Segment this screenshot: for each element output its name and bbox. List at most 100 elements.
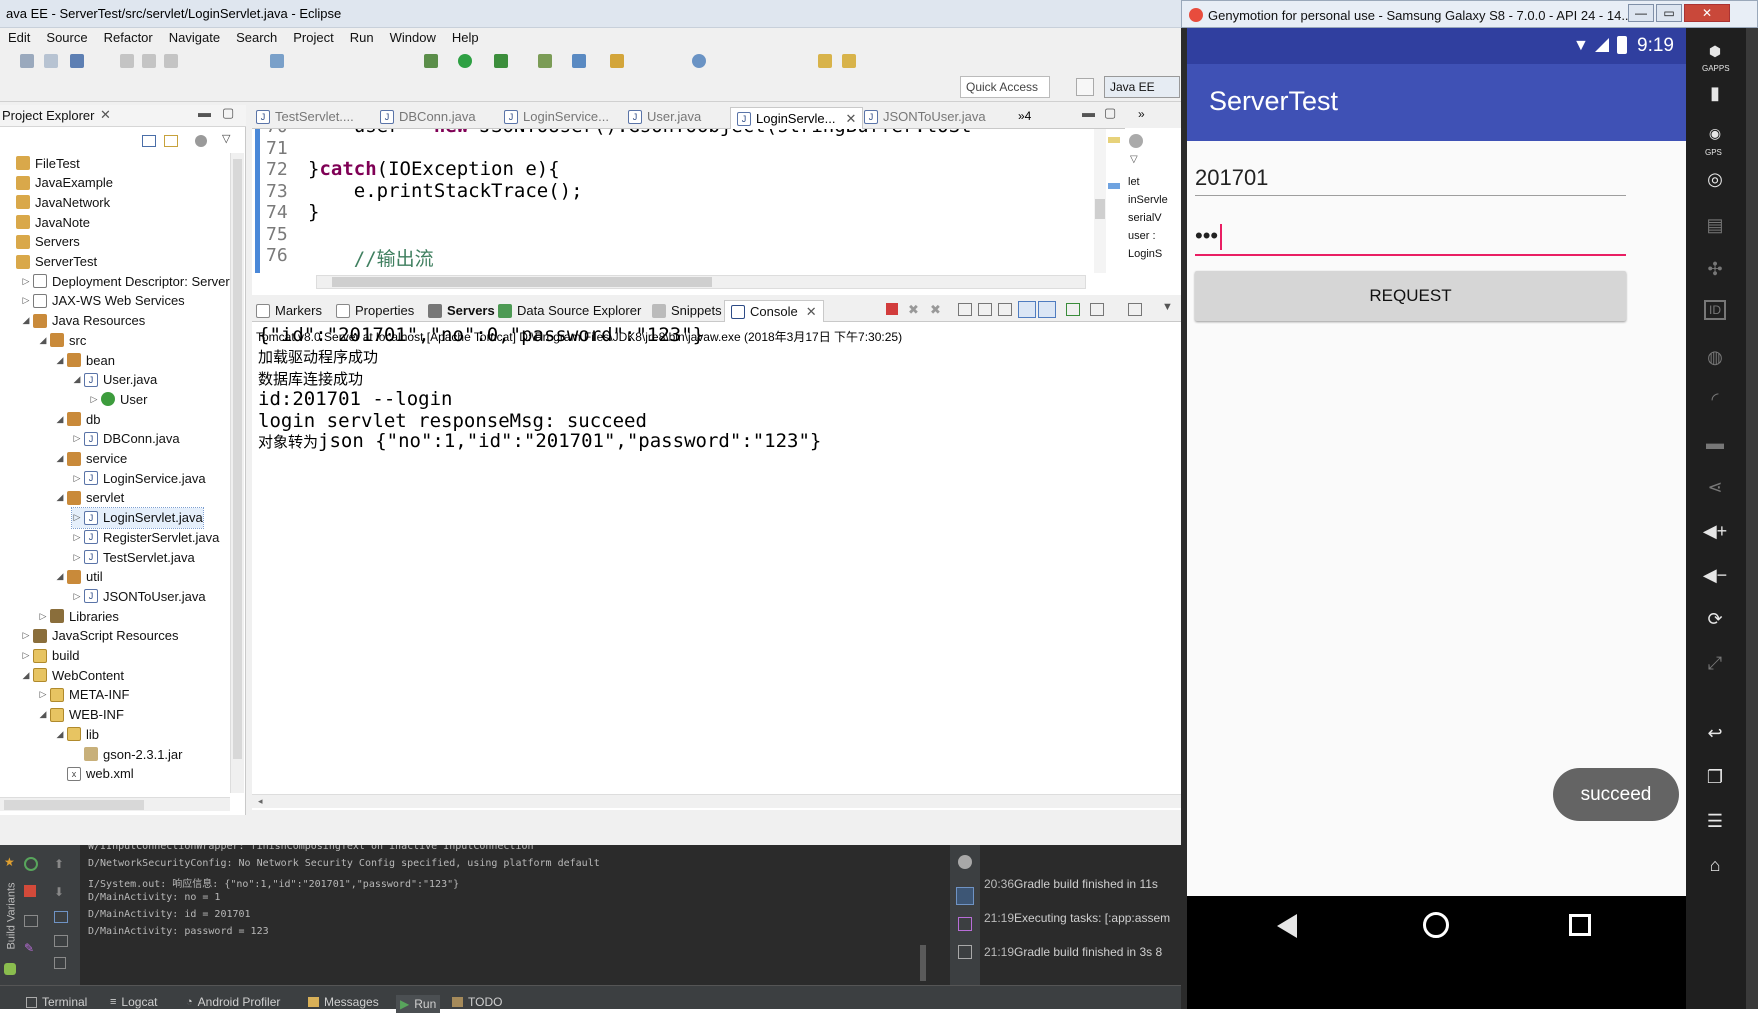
tree-item[interactable]: ▷ JavaScript Resources (21, 626, 179, 646)
expand-twisty-icon[interactable]: ▷ (21, 276, 31, 287)
menu-window[interactable]: Window (382, 28, 444, 48)
logcat-tab[interactable]: ≡ Logcat (110, 995, 157, 1009)
event-log[interactable]: 20:36Gradle build finished in 11s 21:19E… (980, 845, 1181, 985)
editor-tab[interactable]: J DBConn.java (380, 109, 476, 124)
restore-layout-icon[interactable] (24, 915, 38, 927)
editor-tab[interactable]: J TestServlet.... (256, 109, 354, 124)
menu-help[interactable]: Help (444, 28, 487, 48)
terminate-icon[interactable] (164, 54, 178, 68)
tree-item[interactable]: ▷ Libraries (38, 606, 119, 626)
code-line[interactable]: }catch(IOException e){ (308, 158, 560, 180)
tree-item[interactable]: ▷ User (89, 389, 148, 409)
tree-item[interactable]: ▷ build (21, 646, 80, 666)
settings-icon[interactable] (958, 855, 972, 869)
navigate-back-icon[interactable] (818, 54, 832, 68)
gapps-icon[interactable]: ⬢ (1702, 38, 1728, 64)
tree-item[interactable]: JavaExample (4, 173, 113, 193)
tree-item[interactable]: ◢ WEB-INF (38, 705, 124, 725)
new-class-icon[interactable] (572, 54, 586, 68)
console-horizontal-scrollbar[interactable]: ◂ (252, 794, 1181, 808)
close-icon[interactable]: ✕ (846, 111, 857, 127)
tree-item[interactable]: FileTest (4, 153, 80, 173)
new-server-icon[interactable] (70, 54, 84, 68)
remove-launch-icon[interactable]: ✖ (908, 302, 919, 318)
expand-twisty-icon[interactable]: ▷ (72, 552, 82, 563)
expand-twisty-icon[interactable]: ▷ (72, 512, 82, 523)
stop-icon[interactable] (24, 885, 36, 897)
editor-tab-overflow[interactable]: »4 (1018, 109, 1031, 123)
messages-tab[interactable]: Messages (308, 995, 379, 1009)
soft-wrap-icon[interactable] (54, 911, 68, 923)
expand-twisty-icon[interactable]: ▷ (72, 591, 82, 602)
tree-item[interactable]: JavaNote (4, 212, 90, 232)
recent-apps-icon[interactable]: ❐ (1702, 764, 1728, 790)
android-icon[interactable] (4, 963, 16, 975)
id-icon[interactable]: ID (1704, 300, 1726, 320)
editor-tab-active[interactable]: J LoginServle... ✕ (730, 107, 864, 129)
id-field[interactable]: 201701 (1195, 153, 1626, 196)
show-console-stdout-icon[interactable] (1018, 301, 1036, 318)
tree-item[interactable]: ▷ J RegisterServlet.java (72, 527, 220, 547)
share-icon[interactable]: ⋖ (1702, 474, 1728, 500)
tree-item[interactable]: ▷ J LoginServlet.java (71, 506, 204, 529)
scale-icon[interactable]: ⤢ (1702, 650, 1728, 676)
close-icon[interactable]: ✕ (806, 304, 817, 320)
camera-icon[interactable]: ◎ (1702, 166, 1728, 192)
expand-twisty-icon[interactable]: ▷ (72, 433, 82, 444)
expand-twisty-icon[interactable]: ▷ (38, 689, 48, 700)
suspend-icon[interactable] (142, 54, 156, 68)
expand-twisty-icon[interactable]: ▷ (89, 394, 99, 405)
tree-item[interactable]: ◢ servlet (55, 488, 125, 508)
editor-scroll-thumb[interactable] (332, 277, 712, 287)
event-edit-icon[interactable] (958, 917, 972, 931)
terminal-tab[interactable]: Terminal (26, 995, 87, 1009)
menu-icon[interactable]: ☰ (1702, 808, 1728, 834)
word-wrap-icon[interactable] (998, 303, 1012, 316)
todo-tab[interactable]: TODO (452, 995, 502, 1009)
outline-item[interactable]: serialV (1128, 209, 1181, 227)
show-console-stderr-icon[interactable] (1038, 301, 1056, 318)
expand-twisty-icon[interactable]: ◢ (21, 670, 31, 681)
menu-project[interactable]: Project (285, 28, 341, 48)
menu-navigate[interactable]: Navigate (161, 28, 228, 48)
outline-item[interactable]: user : (1128, 227, 1181, 245)
tree-item[interactable]: ◢ J User.java (72, 370, 158, 390)
save-all-icon[interactable] (44, 54, 58, 68)
tab-markers[interactable]: Markers (256, 303, 322, 318)
minimize-icon[interactable]: ▬ (1082, 105, 1095, 120)
event-filter-icon[interactable] (956, 887, 974, 905)
clear-all-icon[interactable] (54, 957, 66, 969)
run-tab[interactable]: ▶ Run (396, 995, 441, 1013)
minimize-window-button[interactable]: — (1628, 4, 1654, 22)
tree-item[interactable]: ▷ Deployment Descriptor: ServerT (21, 271, 238, 291)
menu-run[interactable]: Run (342, 28, 382, 48)
open-type-icon[interactable] (270, 54, 284, 68)
tree-item[interactable]: ▷ J LoginService.java (72, 468, 206, 488)
volume-down-icon[interactable]: ◀− (1702, 562, 1728, 588)
editor-vertical-scrollbar[interactable] (1094, 129, 1106, 273)
tree-item[interactable]: gson-2.3.1.jar (72, 744, 183, 764)
expand-twisty-icon[interactable]: ▷ (72, 473, 82, 484)
display-console-icon[interactable] (1090, 303, 1104, 316)
editor-tab[interactable]: J JSONToUser.java (864, 109, 986, 124)
run-log-output[interactable]: W/IInputConnectionWrapper: finishComposi… (80, 845, 950, 985)
new-java-project-icon[interactable] (538, 54, 552, 68)
up-arrow-icon[interactable]: ⬆ (54, 857, 64, 871)
save-icon[interactable] (20, 54, 34, 68)
tab-console[interactable]: Console ✕ (724, 300, 824, 322)
close-window-button[interactable]: ✕ (1684, 4, 1730, 22)
maximize-window-button[interactable]: ▭ (1656, 4, 1682, 22)
menu-search[interactable]: Search (228, 28, 285, 48)
rerun-icon[interactable] (24, 857, 38, 871)
filter-icon[interactable] (1129, 134, 1143, 148)
run-icon[interactable] (458, 54, 472, 68)
expand-twisty-icon[interactable]: ▷ (21, 630, 31, 641)
expand-twisty-icon[interactable]: ◢ (55, 729, 65, 740)
tab-servers[interactable]: Servers (428, 303, 495, 318)
java-ee-perspective-button[interactable]: Java EE (1104, 76, 1180, 98)
collapse-all-icon[interactable] (142, 135, 156, 147)
tree-item[interactable]: ◢ service (55, 449, 128, 469)
tree-item[interactable]: ◢ db (55, 409, 101, 429)
home-nav-icon[interactable] (1423, 912, 1449, 938)
code-line[interactable]: user = new JSONToUser().GsonToObject(str… (308, 129, 972, 137)
